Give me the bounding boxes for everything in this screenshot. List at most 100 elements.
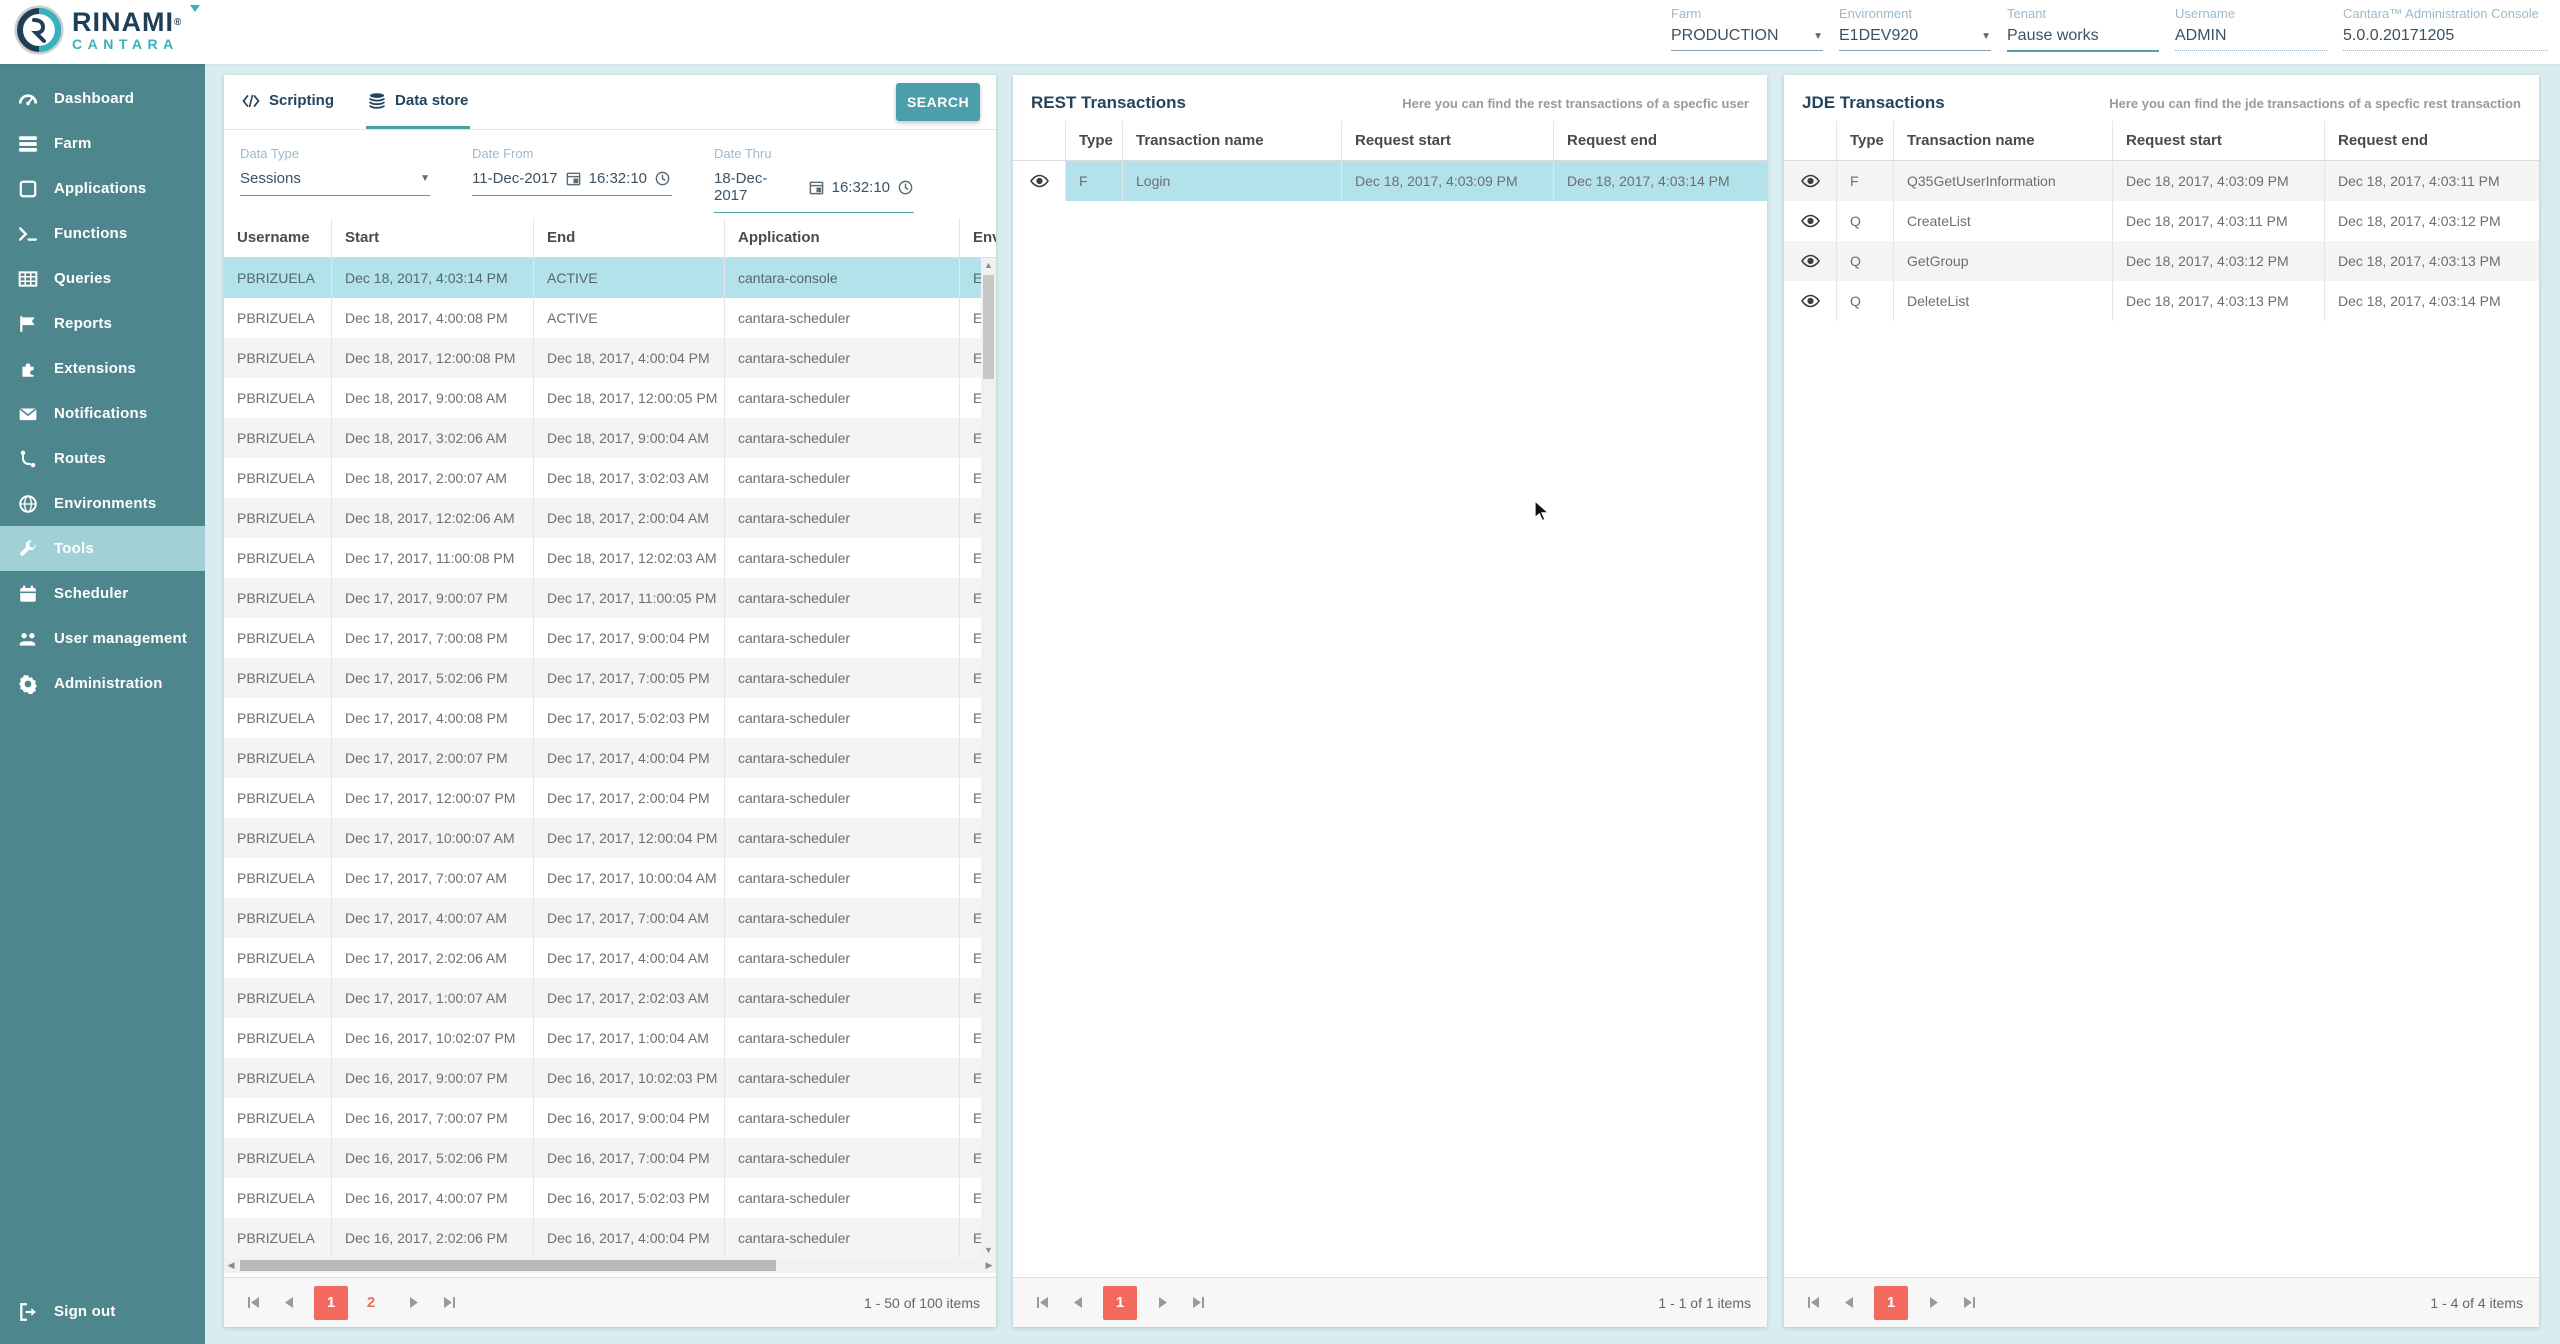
sidebar-item-extensions[interactable]: Extensions <box>0 346 205 391</box>
sign-out-button[interactable]: Sign out <box>0 1289 205 1334</box>
session-table-row[interactable]: PBRIZUELA Dec 16, 2017, 7:00:07 PM Dec 1… <box>224 1098 996 1138</box>
session-table-row[interactable]: PBRIZUELA Dec 17, 2017, 4:00:08 PM Dec 1… <box>224 698 996 738</box>
previous-page-button[interactable] <box>1065 1290 1091 1316</box>
last-page-button[interactable] <box>436 1290 462 1316</box>
jde-transaction-row[interactable]: Q CreateList Dec 18, 2017, 4:03:11 PM De… <box>1784 201 2539 241</box>
sidebar-item-farm[interactable]: Farm <box>0 121 205 166</box>
calendar-icon[interactable] <box>808 179 825 196</box>
session-table-row[interactable]: PBRIZUELA Dec 18, 2017, 3:02:06 AM Dec 1… <box>224 418 996 458</box>
cell-end: Dec 16, 2017, 10:02:03 PM <box>534 1058 725 1098</box>
session-table-row[interactable]: PBRIZUELA Dec 18, 2017, 4:03:14 PM ACTIV… <box>224 258 996 298</box>
session-table-row[interactable]: PBRIZUELA Dec 17, 2017, 9:00:07 PM Dec 1… <box>224 578 996 618</box>
previous-page-button[interactable] <box>1836 1290 1862 1316</box>
environment-select[interactable]: Environment E1DEV920▼ <box>1839 6 1991 52</box>
session-table-row[interactable]: PBRIZUELA Dec 18, 2017, 4:00:08 PM ACTIV… <box>224 298 996 338</box>
page-number-button[interactable]: 1 <box>1874 1286 1908 1320</box>
next-page-button[interactable] <box>1149 1290 1175 1316</box>
data-type-select[interactable]: Sessions ▼ <box>240 170 430 196</box>
date-thru-input[interactable]: 18-Dec-2017 16:32:10 <box>714 170 914 213</box>
session-table-row[interactable]: PBRIZUELA Dec 17, 2017, 1:00:07 AM Dec 1… <box>224 978 996 1018</box>
first-page-button[interactable] <box>1800 1290 1826 1316</box>
eye-icon[interactable] <box>1800 214 1821 228</box>
session-table-row[interactable]: PBRIZUELA Dec 18, 2017, 12:00:08 PM Dec … <box>224 338 996 378</box>
clock-icon[interactable] <box>654 170 671 187</box>
tab-scripting[interactable]: Scripting <box>240 75 336 129</box>
session-table-row[interactable]: PBRIZUELA Dec 17, 2017, 7:00:07 AM Dec 1… <box>224 858 996 898</box>
farm-select[interactable]: Farm PRODUCTION▼ <box>1671 6 1823 52</box>
session-table-row[interactable]: PBRIZUELA Dec 16, 2017, 2:02:06 PM Dec 1… <box>224 1218 996 1258</box>
last-page-button[interactable] <box>1185 1290 1211 1316</box>
previous-page-button[interactable] <box>276 1290 302 1316</box>
sidebar-item-functions[interactable]: Functions <box>0 211 205 256</box>
sidebar-item-notifications[interactable]: Notifications <box>0 391 205 436</box>
scrollbar-thumb[interactable] <box>240 1260 776 1271</box>
page-number-button[interactable]: 1 <box>1103 1286 1137 1320</box>
eye-icon[interactable] <box>1800 294 1821 308</box>
eye-icon[interactable] <box>1029 174 1050 188</box>
search-button[interactable]: SEARCH <box>896 83 980 121</box>
sidebar-item-scheduler[interactable]: Scheduler <box>0 571 205 616</box>
scroll-left-arrow[interactable]: ◀ <box>224 1260 238 1271</box>
session-table-row[interactable]: PBRIZUELA Dec 16, 2017, 9:00:07 PM Dec 1… <box>224 1058 996 1098</box>
jde-transaction-row[interactable]: Q GetGroup Dec 18, 2017, 4:03:12 PM Dec … <box>1784 241 2539 281</box>
session-table-row[interactable]: PBRIZUELA Dec 17, 2017, 4:00:07 AM Dec 1… <box>224 898 996 938</box>
tenant-field[interactable]: Tenant Pause works <box>2007 6 2159 52</box>
page-number-button[interactable]: 1 <box>314 1286 348 1320</box>
scroll-up-arrow[interactable]: ▲ <box>984 258 993 273</box>
horizontal-scrollbar[interactable]: ◀ ▶ <box>224 1258 996 1273</box>
sidebar-item-environments[interactable]: Environments <box>0 481 205 526</box>
sidebar-item-applications[interactable]: Applications <box>0 166 205 211</box>
cell-start: Dec 17, 2017, 7:00:07 AM <box>332 858 534 898</box>
vertical-scrollbar[interactable]: ▲ ▼ <box>981 258 996 1258</box>
clock-icon[interactable] <box>897 179 914 196</box>
session-table-row[interactable]: PBRIZUELA Dec 17, 2017, 12:00:07 PM Dec … <box>224 778 996 818</box>
sidebar-item-tools[interactable]: Tools <box>0 526 205 571</box>
session-table-row[interactable]: PBRIZUELA Dec 16, 2017, 10:02:07 PM Dec … <box>224 1018 996 1058</box>
first-page-button[interactable] <box>240 1290 266 1316</box>
jde-transaction-row[interactable]: F Q35GetUserInformation Dec 18, 2017, 4:… <box>1784 161 2539 201</box>
view-transaction-button[interactable] <box>1784 161 1837 201</box>
session-table-row[interactable]: PBRIZUELA Dec 18, 2017, 12:02:06 AM Dec … <box>224 498 996 538</box>
session-table-row[interactable]: PBRIZUELA Dec 16, 2017, 4:00:07 PM Dec 1… <box>224 1178 996 1218</box>
session-table-row[interactable]: PBRIZUELA Dec 18, 2017, 9:00:08 AM Dec 1… <box>224 378 996 418</box>
next-page-button[interactable] <box>400 1290 426 1316</box>
sidebar-item-dashboard[interactable]: Dashboard <box>0 76 205 121</box>
scroll-right-arrow[interactable]: ▶ <box>982 1260 996 1271</box>
scrollbar-thumb[interactable] <box>983 275 994 379</box>
scroll-down-arrow[interactable]: ▼ <box>984 1243 993 1258</box>
next-page-button[interactable] <box>1920 1290 1946 1316</box>
jde-transaction-row[interactable]: Q DeleteList Dec 18, 2017, 4:03:13 PM De… <box>1784 281 2539 321</box>
eye-icon[interactable] <box>1800 254 1821 268</box>
cell-username: PBRIZUELA <box>224 978 332 1018</box>
main-content: Scripting Data store SEARCH Data Type Se… <box>205 64 2560 1344</box>
sidebar-item-administration[interactable]: Administration <box>0 661 205 706</box>
rest-transaction-row[interactable]: F Login Dec 18, 2017, 4:03:09 PM Dec 18,… <box>1013 161 1767 201</box>
first-page-button[interactable] <box>1029 1290 1055 1316</box>
eye-icon[interactable] <box>1800 174 1821 188</box>
session-table-row[interactable]: PBRIZUELA Dec 16, 2017, 5:02:06 PM Dec 1… <box>224 1138 996 1178</box>
session-table-row[interactable]: PBRIZUELA Dec 17, 2017, 7:00:08 PM Dec 1… <box>224 618 996 658</box>
page-list: 12 <box>314 1286 388 1320</box>
tab-data-store[interactable]: Data store <box>366 75 470 129</box>
calendar-icon[interactable] <box>565 170 582 187</box>
sidebar-item-routes[interactable]: Routes <box>0 436 205 481</box>
date-from-input[interactable]: 11-Dec-2017 16:32:10 <box>472 170 672 196</box>
panel-subtitle: Here you can find the rest transactions … <box>1402 96 1749 111</box>
items-count: 1 - 4 of 4 items <box>2430 1295 2523 1311</box>
session-table-row[interactable]: PBRIZUELA Dec 17, 2017, 10:00:07 AM Dec … <box>224 818 996 858</box>
session-table-row[interactable]: PBRIZUELA Dec 17, 2017, 11:00:08 PM Dec … <box>224 538 996 578</box>
session-table-row[interactable]: PBRIZUELA Dec 17, 2017, 2:02:06 AM Dec 1… <box>224 938 996 978</box>
page-number-button[interactable]: 2 <box>354 1286 388 1320</box>
session-table-row[interactable]: PBRIZUELA Dec 17, 2017, 5:02:06 PM Dec 1… <box>224 658 996 698</box>
view-transaction-button[interactable] <box>1784 281 1837 321</box>
sidebar-item-reports[interactable]: Reports <box>0 301 205 346</box>
view-transaction-button[interactable] <box>1013 161 1066 201</box>
session-table-row[interactable]: PBRIZUELA Dec 17, 2017, 2:00:07 PM Dec 1… <box>224 738 996 778</box>
last-page-button[interactable] <box>1956 1290 1982 1316</box>
view-transaction-button[interactable] <box>1784 201 1837 241</box>
session-table-row[interactable]: PBRIZUELA Dec 18, 2017, 2:00:07 AM Dec 1… <box>224 458 996 498</box>
view-transaction-button[interactable] <box>1784 241 1837 281</box>
sessions-pagination: 12 1 - 50 of 100 items <box>224 1277 996 1327</box>
sidebar-item-queries[interactable]: Queries <box>0 256 205 301</box>
sidebar-item-user-management[interactable]: User management <box>0 616 205 661</box>
